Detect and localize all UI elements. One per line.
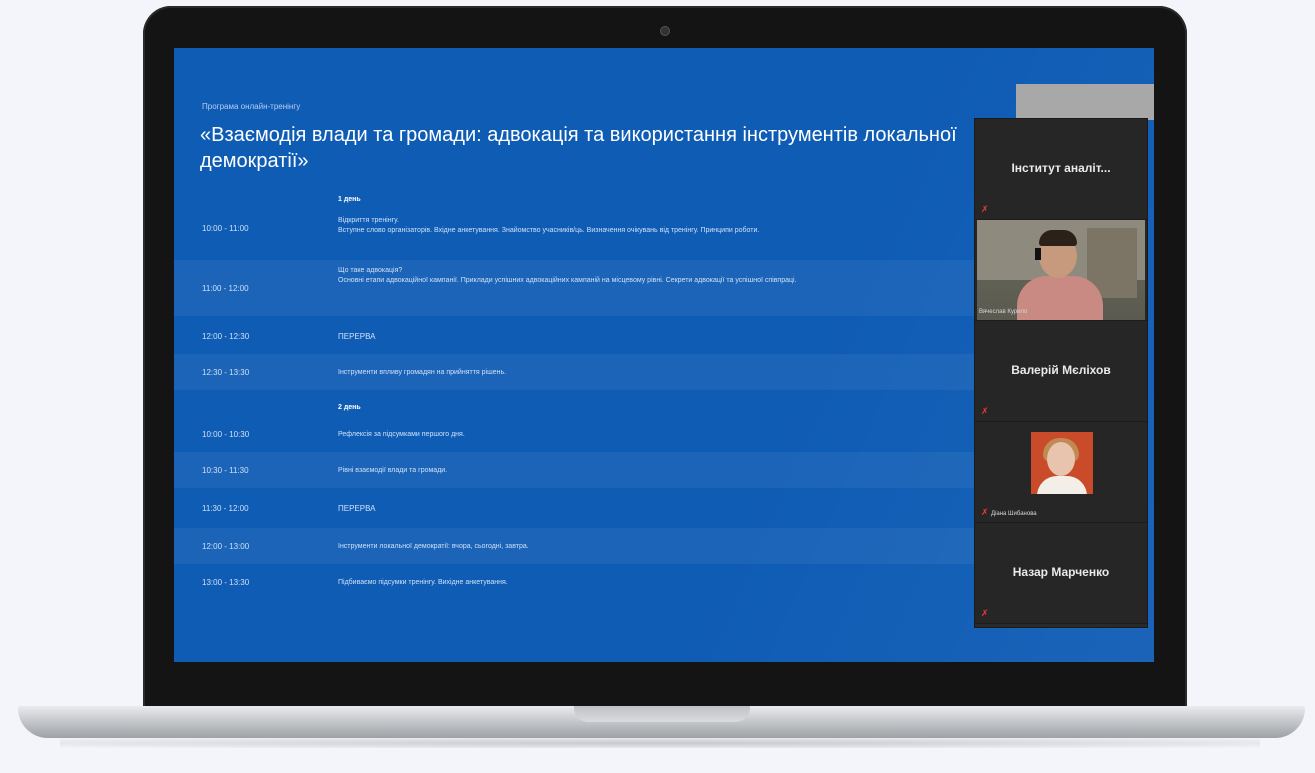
participant-video <box>977 220 1145 320</box>
schedule-row: 11:00 - 12:00 Що таке адвокація? Основні… <box>174 260 974 316</box>
slide-subtitle: Програма онлайн-тренінгу <box>202 102 301 111</box>
row-description: Відкриття тренінгу. Вступне слово органі… <box>338 216 968 236</box>
participant-tile[interactable]: Вячеслав Курило <box>975 220 1147 321</box>
participant-tile[interactable]: ✗ Діана Шибанова <box>975 422 1147 523</box>
row-description: ПЕРЕРВА <box>338 504 376 513</box>
laptop-shadow <box>60 738 1260 748</box>
headset-icon <box>1035 248 1041 260</box>
schedule-row: 10:00 - 10:30 Рефлексія за підсумками пе… <box>174 418 974 452</box>
row-time: 10:30 - 11:30 <box>202 466 249 475</box>
schedule-row: 10:30 - 11:30 Рівні взаємодії влади та г… <box>174 452 974 488</box>
row-time: 12:00 - 13:00 <box>202 542 250 551</box>
participant-tile[interactable]: Валерій Мєліхов ✗ <box>975 321 1147 422</box>
row-time: 11:30 - 12:00 <box>202 504 249 513</box>
row-line-1: Що таке адвокація? <box>338 267 403 274</box>
schedule-row: 13:00 - 13:30 Підбиваємо підсумки тренін… <box>174 566 974 600</box>
row-time: 10:00 - 11:00 <box>202 224 249 233</box>
schedule-row: 12:30 - 13:30 Інструменти впливу громадя… <box>174 354 974 390</box>
schedule-row: 10:00 - 11:00 Відкриття тренінгу. Вступн… <box>174 212 974 254</box>
participants-panel: Інститут аналіт... ✗ Вячеслав Курило Вал… <box>974 118 1148 628</box>
row-time: 12:00 - 12:30 <box>202 332 250 341</box>
photo-person-body <box>1037 476 1087 494</box>
participant-name: Назар Марченко <box>1012 565 1110 579</box>
row-line-2: Вступне слово організаторів. Вхідне анке… <box>338 227 760 234</box>
participant-tile[interactable]: Інститут аналіт... ✗ <box>975 119 1147 220</box>
row-time: 12:30 - 13:30 <box>202 368 250 377</box>
row-time: 10:00 - 10:30 <box>202 430 250 439</box>
row-description: Що таке адвокація? Основні етапи адвокац… <box>338 266 968 286</box>
participant-name: Валерій Мєліхов <box>1011 363 1111 377</box>
row-description: Підбиваємо підсумки тренінгу. Вихідне ан… <box>338 579 508 586</box>
row-line-2: Основні етапи адвокаційної кампанії. При… <box>338 277 797 284</box>
video-person-hair <box>1039 230 1077 246</box>
row-description: Інструменти впливу громадян на прийняття… <box>338 369 507 376</box>
mic-muted-icon: ✗ <box>981 507 989 517</box>
schedule-row: 12:00 - 13:00 Інструменти локальної демо… <box>174 528 974 564</box>
schedule-row: 11:30 - 12:00 ПЕРЕРВА <box>174 492 974 526</box>
row-time: 13:00 - 13:30 <box>202 578 250 587</box>
row-description: Інструменти локальної демократії: вчора,… <box>338 543 529 550</box>
row-line-1: Відкриття тренінгу. <box>338 217 399 224</box>
mic-muted-icon: ✗ <box>981 204 989 214</box>
schedule-row: 12:00 - 12:30 ПЕРЕРВА <box>174 320 974 354</box>
participant-photo <box>1031 432 1093 494</box>
participant-caption: Діана Шибанова <box>991 511 1037 517</box>
shared-screen: Програма онлайн-тренінгу «Взаємодія влад… <box>174 48 1154 662</box>
photo-person-head <box>1047 442 1075 476</box>
day-2-label: 2 день <box>338 404 361 411</box>
participant-tile[interactable]: Назар Марченко ✗ <box>975 523 1147 624</box>
participant-name: Інститут аналіт... <box>1011 161 1111 175</box>
laptop-notch <box>574 706 750 722</box>
mic-muted-icon: ✗ <box>981 608 989 618</box>
row-description: Рівні взаємодії влади та громади. <box>338 467 448 474</box>
row-description: ПЕРЕРВА <box>338 332 376 341</box>
participant-caption: Вячеслав Курило <box>979 309 1028 315</box>
webcam-icon <box>660 26 670 36</box>
day-1-label: 1 день <box>338 196 361 203</box>
gray-placeholder <box>1016 84 1154 120</box>
row-description: Рефлексія за підсумками першого дня. <box>338 431 465 438</box>
mic-muted-icon: ✗ <box>981 406 989 416</box>
row-time: 11:00 - 12:00 <box>202 284 249 293</box>
slide-title: «Взаємодія влади та громади: адвокація т… <box>200 124 957 172</box>
video-person-body <box>1017 276 1103 320</box>
